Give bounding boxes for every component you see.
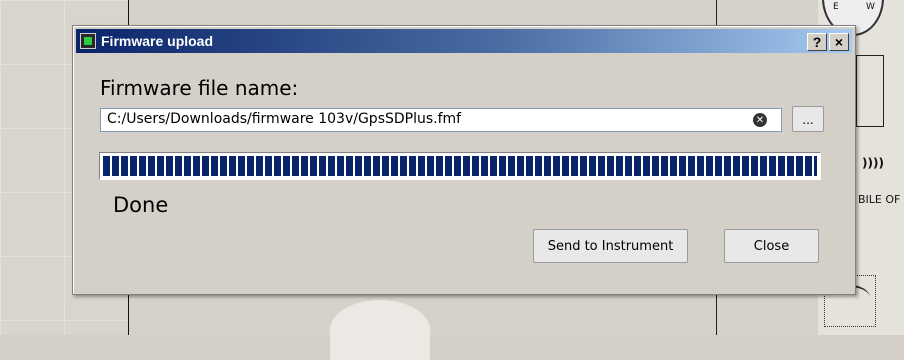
- progress-fill: [103, 156, 817, 176]
- close-icon[interactable]: ×: [829, 33, 849, 51]
- file-name-label: Firmware file name:: [100, 76, 299, 100]
- file-path-input[interactable]: C:/Users/Downloads/firmware 103v/GpsSDPl…: [100, 108, 782, 132]
- firmware-upload-dialog: Firmware upload ? × Firmware file name: …: [72, 25, 856, 295]
- browse-button[interactable]: ...: [792, 106, 824, 132]
- compass-label-e: E: [833, 2, 839, 12]
- send-to-instrument-button[interactable]: Send to Instrument: [533, 229, 688, 263]
- signal-symbol: )))): [862, 156, 884, 170]
- close-button[interactable]: Close: [724, 229, 819, 263]
- clear-circle-icon[interactable]: ✕: [753, 113, 767, 127]
- compass-label-w: W: [866, 2, 875, 12]
- chip-icon: [80, 33, 96, 49]
- dialog-title: Firmware upload: [101, 33, 214, 49]
- background-shape: [330, 300, 430, 360]
- status-text: Done: [113, 193, 169, 217]
- background-frame: [856, 55, 884, 127]
- background-text: BILE OF: [858, 193, 901, 206]
- upload-progress-bar: [99, 152, 821, 180]
- help-button[interactable]: ?: [807, 33, 827, 51]
- title-bar[interactable]: Firmware upload ? ×: [76, 29, 852, 53]
